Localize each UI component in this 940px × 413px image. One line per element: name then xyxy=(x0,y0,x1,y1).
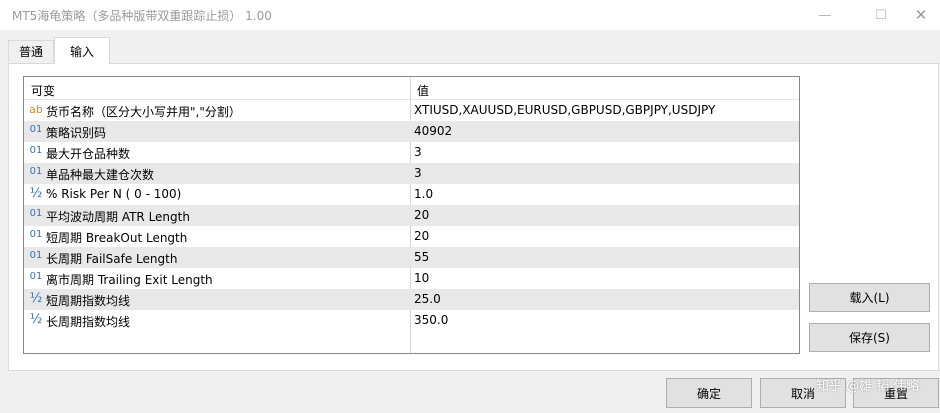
double-type-icon: ½ xyxy=(29,291,43,306)
string-type-icon: ab xyxy=(29,103,43,116)
table-row[interactable]: ½ 短周期指数均线 25.0 xyxy=(24,289,799,310)
parameter-name: 长周期 FailSafe Length xyxy=(46,252,178,266)
double-type-icon: ½ xyxy=(29,186,43,201)
integer-type-icon: 01 xyxy=(29,145,43,156)
parameter-name: 短周期指数均线 xyxy=(46,294,131,308)
parameter-value[interactable]: XTIUSD,XAUUSD,EURUSD,GBPUSD,GBPJPY,USDJP… xyxy=(414,103,715,117)
column-header-variable[interactable]: 可变 xyxy=(31,82,55,99)
tab-general[interactable]: 普通 xyxy=(8,40,54,62)
parameter-name: 离市周期 Trailing Exit Length xyxy=(46,273,213,287)
parameter-name: 最大开仓品种数 xyxy=(46,147,131,161)
save-button[interactable]: 保存(S) xyxy=(809,323,930,352)
parameter-name: 平均波动周期 ATR Length xyxy=(46,210,190,224)
parameter-name: 策略识别码 xyxy=(46,126,107,140)
load-button[interactable]: 载入(L) xyxy=(809,283,930,312)
parameter-value[interactable]: 40902 xyxy=(414,124,452,138)
parameter-value[interactable]: 55 xyxy=(414,250,429,264)
parameter-value[interactable]: 20 xyxy=(414,229,429,243)
integer-type-icon: 01 xyxy=(29,271,43,282)
parameter-value[interactable]: 20 xyxy=(414,208,429,222)
table-row[interactable]: 01 策略识别码 40902 xyxy=(24,121,799,142)
parameter-name: 长周期指数均线 xyxy=(46,315,131,329)
tab-inputs[interactable]: 输入 xyxy=(54,37,110,64)
parameter-value[interactable]: 3 xyxy=(414,166,422,180)
table-row[interactable]: ab 货币名称（区分大小写并用","分割） XTIUSD,XAUUSD,EURUSD… xyxy=(24,100,799,121)
table-row[interactable]: 01 长周期 FailSafe Length 55 xyxy=(24,247,799,268)
parameter-name: 单品种最大建仓次数 xyxy=(46,168,155,182)
title-bar: MT5海龟策略（多品种版带双重跟踪止损） 1.00 — ☐ ✕ xyxy=(0,0,940,30)
window-title: MT5海龟策略（多品种版带双重跟踪止损） 1.00 xyxy=(12,9,272,23)
integer-type-icon: 01 xyxy=(29,208,43,219)
close-icon[interactable]: ✕ xyxy=(898,0,940,30)
table-row[interactable]: 01 离市周期 Trailing Exit Length 10 xyxy=(24,268,799,289)
minimize-icon[interactable]: — xyxy=(802,0,848,30)
grid-header: 可变 值 xyxy=(24,77,799,100)
parameter-value[interactable]: 10 xyxy=(414,271,429,285)
watermark: 知乎 @雄 韬 伟略 xyxy=(816,379,920,394)
table-row[interactable]: ½% Risk Per N ( 0 - 100) 1.0 xyxy=(24,184,799,205)
parameter-name: 货币名称（区分大小写并用","分割） xyxy=(46,105,241,119)
double-type-icon: ½ xyxy=(29,312,43,327)
integer-type-icon: 01 xyxy=(29,166,43,177)
parameter-name: 短周期 BreakOut Length xyxy=(46,231,188,245)
inputs-grid: 可变 值 ab 货币名称（区分大小写并用","分割） XTIUSD,XAUUSD,E… xyxy=(23,76,800,354)
parameter-value[interactable]: 25.0 xyxy=(414,292,441,306)
table-row[interactable]: 01 平均波动周期 ATR Length 20 xyxy=(24,205,799,226)
table-row[interactable]: ½ 长周期指数均线 350.0 xyxy=(24,310,799,331)
column-header-value[interactable]: 值 xyxy=(417,82,429,99)
parameter-value[interactable]: 350.0 xyxy=(414,313,448,327)
table-row[interactable]: 01 短周期 BreakOut Length 20 xyxy=(24,226,799,247)
ok-button[interactable]: 确定 xyxy=(666,378,752,408)
parameter-value[interactable]: 3 xyxy=(414,145,422,159)
table-row[interactable]: 01 单品种最大建仓次数 3 xyxy=(24,163,799,184)
integer-type-icon: 01 xyxy=(29,250,43,261)
integer-type-icon: 01 xyxy=(29,229,43,240)
parameter-name: % Risk Per N ( 0 - 100) xyxy=(46,187,182,201)
parameter-value[interactable]: 1.0 xyxy=(414,187,433,201)
table-row[interactable]: 01 最大开仓品种数 3 xyxy=(24,142,799,163)
integer-type-icon: 01 xyxy=(29,124,43,135)
